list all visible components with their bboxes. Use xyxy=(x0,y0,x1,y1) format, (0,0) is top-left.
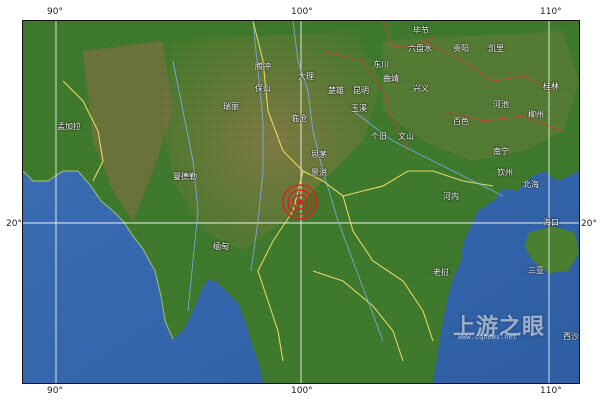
place-qujing: 曲靖 xyxy=(383,74,399,83)
place-ruili: 瑞丽 xyxy=(223,102,239,111)
satellite-map[interactable]: 毕节 六盘水 贵阳 凯里 东川 大理 楚雄 昆明 曲靖 兴义 保山 玉溪 临沧 … xyxy=(22,20,580,384)
place-guilin: 桂林 xyxy=(543,82,559,91)
place-guiyang: 贵阳 xyxy=(453,44,469,53)
place-bangladesh: 孟加拉 xyxy=(57,122,81,131)
lon-label-top-110: 110° xyxy=(540,7,562,17)
place-tengchong: 腾冲 xyxy=(255,62,271,71)
place-lincang: 临沧 xyxy=(291,114,307,123)
lon-label-top-100: 100° xyxy=(291,7,313,17)
place-kaili: 凯里 xyxy=(488,44,504,53)
place-wenshan: 文山 xyxy=(398,132,414,141)
lon-label-bottom-100: 100° xyxy=(291,386,313,396)
place-liuzhou: 柳州 xyxy=(528,110,544,119)
place-gejiu: 个旧 xyxy=(371,132,387,141)
watermark-url: www.cqnews.net xyxy=(458,333,518,341)
place-qinzhou: 钦州 xyxy=(497,168,513,177)
place-xingyi: 兴义 xyxy=(413,84,429,93)
map-frame: 90° 100° 110° 90° 100° 110° 20° 20° 毕节 六… xyxy=(0,0,600,403)
lon-label-bottom-110: 110° xyxy=(540,386,562,396)
lon-label-top-90: 90° xyxy=(47,7,63,17)
place-simao: 思茅 xyxy=(311,150,327,159)
place-myanmar: 缅甸 xyxy=(213,242,229,251)
place-dongchuan: 东川 xyxy=(373,60,389,69)
place-kunming: 昆明 xyxy=(353,86,369,95)
place-beihai: 北海 xyxy=(523,180,539,189)
epicenter-marker[interactable] xyxy=(282,184,318,220)
lon-label-bottom-90: 90° xyxy=(47,386,63,396)
place-bijie: 毕节 xyxy=(413,26,429,35)
lat-label-left-20: 20° xyxy=(6,219,22,229)
place-jinghong: 景洪 xyxy=(311,168,327,177)
place-mandalay: 曼德勒 xyxy=(173,172,197,181)
place-yuxi: 玉溪 xyxy=(351,104,367,113)
place-nanning: 南宁 xyxy=(493,147,509,156)
place-haikou: 海口 xyxy=(543,218,559,227)
place-hanoi: 河内 xyxy=(443,192,459,201)
epicenter-dot xyxy=(297,199,303,205)
place-sanya: 三亚 xyxy=(528,266,544,275)
place-baise: 百色 xyxy=(453,117,469,126)
place-liupanshui: 六盘水 xyxy=(408,44,432,53)
place-baoshan: 保山 xyxy=(255,84,271,93)
place-chuxiong: 楚雄 xyxy=(328,86,344,95)
place-xisha: 西沙 xyxy=(563,332,579,341)
lat-label-right-20: 20° xyxy=(581,219,597,229)
place-hechi: 河池 xyxy=(493,100,509,109)
place-laos: 老挝 xyxy=(433,268,449,277)
place-dali: 大理 xyxy=(298,72,314,81)
